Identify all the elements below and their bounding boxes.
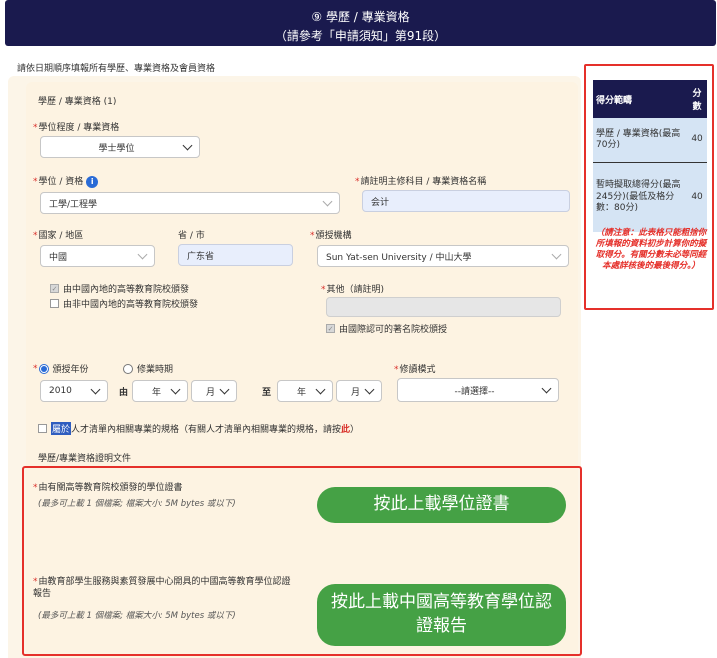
score-row-value: 40 xyxy=(687,118,707,163)
section-header: ⑨ 學歷 / 專業資格 （請參考「申請須知」第91段） xyxy=(5,0,716,46)
to-year-select[interactable]: 年 xyxy=(277,380,333,402)
institution-select[interactable]: Sun Yat-sen University / 中山大學 xyxy=(317,245,569,267)
score-head-score: 分數 xyxy=(687,80,707,118)
chevron-down-icon xyxy=(364,384,375,394)
chevron-down-icon xyxy=(170,384,181,394)
chk-mainland-recognised[interactable]: ✓ 由中國內地的高等教育院校頒發 xyxy=(50,282,189,295)
score-row-label: 學歷 / 專業資格(最高70分) xyxy=(593,118,688,163)
score-total-value: 40 xyxy=(687,162,707,232)
chevron-down-icon xyxy=(322,196,333,206)
chevron-down-icon xyxy=(90,384,101,394)
study-mode-select[interactable]: --請選擇-- xyxy=(397,378,559,402)
major-input[interactable]: 会计 xyxy=(362,190,570,212)
section-header-title: ⑨ 學歷 / 專業資格 xyxy=(311,10,410,24)
country-select[interactable]: 中國 xyxy=(40,245,155,267)
major-label: *請註明主修科目 / 專業資格名稱 xyxy=(355,177,487,187)
other-input[interactable] xyxy=(326,297,561,317)
instruction-text: 請依日期順序填報所有學歷、專業資格及會員資格 xyxy=(17,64,216,74)
radio-study-period[interactable]: 修業時期 xyxy=(123,362,173,375)
degree-level-select[interactable]: 學士學位 xyxy=(40,136,200,158)
chk-mainland-not[interactable]: 由非中國內地的高等教育院校頒發 xyxy=(50,297,198,310)
upload-degree-cert-button[interactable]: 按此上載學位證書 xyxy=(317,487,566,523)
to-label: 至 xyxy=(262,388,272,398)
radio-award-year[interactable]: * 頒授年份 xyxy=(33,362,89,375)
chk-intl-recognised[interactable]: ✓ 由國際認可的著名院校頒授 xyxy=(326,322,447,335)
to-month-select[interactable]: 月 xyxy=(336,380,382,402)
chevron-down-icon xyxy=(551,249,562,259)
from-label: 由 xyxy=(119,388,129,398)
degree-label: *學位 / 資格 i xyxy=(33,174,99,188)
study-mode-label: *修讀模式 xyxy=(394,365,436,375)
chevron-down-icon xyxy=(137,249,148,259)
upload-2-note: (最多可上載 1 個檔案; 檔案大小: 5M bytes 或以下) xyxy=(38,611,236,621)
info-icon[interactable]: i xyxy=(86,175,99,188)
upload-1-note: (最多可上載 1 個檔案; 檔案大小: 5M bytes 或以下) xyxy=(38,499,236,509)
qualification-title: 學歷 / 專業資格 (1) xyxy=(38,97,117,107)
chevron-down-icon xyxy=(219,384,230,394)
upload-1-label: *由有關高等教育院校頒發的學位證書 xyxy=(33,483,183,493)
score-head-range: 得分範疇 xyxy=(593,80,688,118)
radio[interactable] xyxy=(123,363,133,374)
chk-talent-list[interactable]: 屬於 人才清單內相關專業的規格（有關人才清單內相關專業的規格，請按此） xyxy=(38,422,359,435)
checkbox[interactable] xyxy=(38,424,47,433)
chevron-down-icon xyxy=(541,383,552,393)
from-year-select[interactable]: 年 xyxy=(132,380,188,402)
checkbox-checked[interactable]: ✓ xyxy=(50,284,59,293)
radio-selected[interactable] xyxy=(38,363,49,374)
score-total-label: 暫時擬取總得分(最高245分)(最低及格分數：80分) xyxy=(593,162,688,232)
upload-2-label: *由教育部學生服務與素質發展中心開具的中國高等教育學位認證報告 xyxy=(33,577,291,600)
upload-degree-report-button[interactable]: 按此上載中國高等教育學位認證報告 xyxy=(317,584,566,646)
talent-list-link[interactable]: 此 xyxy=(341,422,350,435)
from-month-select[interactable]: 月 xyxy=(191,380,237,402)
degree-select[interactable]: 工學/工程學 xyxy=(40,192,340,214)
score-table: 得分範疇 分數 學歷 / 專業資格(最高70分) 40 暫時擬取總得分(最高24… xyxy=(593,80,707,232)
section-header-reference: （請參考「申請須知」第91段） xyxy=(274,29,447,43)
chevron-down-icon xyxy=(315,384,326,394)
checkbox-checked[interactable]: ✓ xyxy=(326,324,335,333)
degree-level-label: *學位程度 / 專業資格 xyxy=(33,123,120,133)
other-label: *其他（請註明) xyxy=(321,285,385,295)
chevron-down-icon xyxy=(182,140,193,150)
score-note: （請注意：此表格只能粗捨你所填報的資料初步計算你的擬取得分。有關分數未必等同經本… xyxy=(595,228,707,272)
province-label: 省 / 市 xyxy=(178,231,205,241)
institution-label: *頒授機構 xyxy=(310,231,352,241)
award-year-select[interactable]: 2010 xyxy=(40,380,108,402)
country-label: *國家 / 地區 xyxy=(33,231,84,241)
province-input[interactable]: 广东省 xyxy=(178,244,293,266)
docs-title: 學歷/專業資格證明文件 xyxy=(38,454,132,464)
checkbox[interactable] xyxy=(50,299,59,308)
